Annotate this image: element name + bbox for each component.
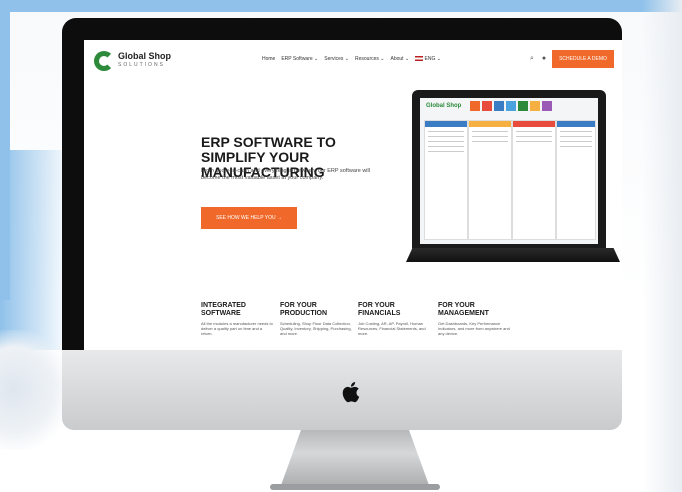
logo-subtitle: SOLUTIONS <box>118 62 165 68</box>
app-panel <box>424 120 468 240</box>
language-label: ENG ⌄ <box>424 56 441 62</box>
laptop-app-logo: Global Shop <box>426 103 462 109</box>
monitor-stand-foot <box>270 484 440 490</box>
search-icon[interactable]: ⌕ <box>530 55 534 63</box>
background-right-fade <box>642 0 682 492</box>
menu-item-erp-software[interactable]: ERP Software ⌄ <box>281 56 318 62</box>
feature-column: FOR YOUR PRODUCTION Scheduling, Shop Flo… <box>280 302 352 336</box>
app-tile <box>506 101 516 111</box>
app-panel-header <box>425 121 467 127</box>
app-tile <box>542 101 552 111</box>
app-tile <box>470 101 480 111</box>
monitor-stand <box>280 430 430 488</box>
monitor-screen: Global Shop SOLUTIONS Home ERP Software … <box>84 40 622 352</box>
app-panel <box>468 120 512 240</box>
nav-icons: ⌕ ● <box>530 55 546 63</box>
feature-column: FOR YOUR FINANCIALS Job Costing, AR, AP,… <box>358 302 430 336</box>
app-tile <box>518 101 528 111</box>
background-left-fade <box>0 150 70 350</box>
feature-heading: FOR YOUR MANAGEMENT <box>438 302 489 317</box>
feature-heading: INTEGRATED SOFTWARE <box>201 302 246 317</box>
hero-cta-button[interactable]: SEE HOW WE HELP YOU → <box>201 207 297 229</box>
menu-item-home[interactable]: Home <box>262 56 275 62</box>
app-panel-header <box>557 121 595 127</box>
menu-item-services[interactable]: Services ⌄ <box>324 56 349 62</box>
app-tile <box>494 101 504 111</box>
app-panel <box>556 120 596 240</box>
apple-logo-icon <box>342 382 360 403</box>
feature-column: INTEGRATED SOFTWARE All the modules a ma… <box>201 302 273 336</box>
app-panel <box>512 120 556 240</box>
site-header: Global Shop SOLUTIONS Home ERP Software … <box>84 40 622 82</box>
feature-column: FOR YOUR MANAGEMENT Get Dashboards, Key … <box>438 302 510 336</box>
app-panel-header <box>513 121 555 127</box>
logo-title[interactable]: Global Shop <box>118 51 171 61</box>
laptop-app-tiles <box>470 101 552 111</box>
language-selector[interactable]: ENG ⌄ <box>415 56 441 62</box>
schedule-demo-button[interactable]: SCHEDULE A DEMO <box>552 50 614 68</box>
hero-text: From quote-to-cash and everything in bet… <box>201 168 370 181</box>
feature-text: Get Dashboards, Key Performance Indicato… <box>438 321 510 336</box>
feature-text: All the modules a manufacturer needs to … <box>201 321 273 336</box>
app-tile <box>482 101 492 111</box>
main-menu: Home ERP Software ⌄ Services ⌄ Resources… <box>262 56 441 62</box>
menu-item-about[interactable]: About ⌄ <box>390 56 409 62</box>
background-top-band <box>0 0 682 12</box>
feature-heading: FOR YOUR FINANCIALS <box>358 302 401 317</box>
feature-text: Job Costing, AR, AP, Payroll, Human Reso… <box>358 321 426 336</box>
menu-item-resources[interactable]: Resources ⌄ <box>355 56 384 62</box>
feature-text: Scheduling, Shop Floor Data Collection, … <box>280 321 352 336</box>
background-cloud <box>0 330 70 450</box>
app-panel-header <box>469 121 511 127</box>
laptop-base <box>406 248 620 262</box>
app-tile <box>530 101 540 111</box>
logo-icon[interactable] <box>94 51 114 71</box>
feature-heading: FOR YOUR PRODUCTION <box>280 302 328 317</box>
laptop-screen: Global Shop <box>420 98 598 244</box>
user-icon[interactable]: ● <box>542 55 546 63</box>
us-flag-icon <box>415 56 424 62</box>
